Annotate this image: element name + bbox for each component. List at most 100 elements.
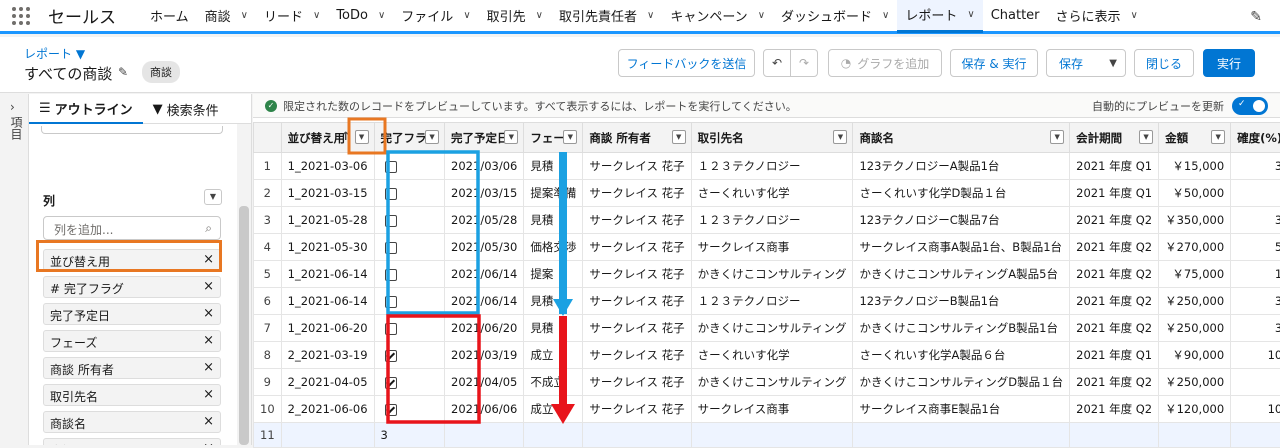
column-item[interactable]: 並び替え用× xyxy=(43,249,221,271)
undo-icon[interactable]: ↶ xyxy=(763,49,791,77)
table-row: 61_2021-06-142021/06/14見積サークレイス 花子１２３テクノ… xyxy=(254,288,1280,315)
column-header[interactable]: 完了予定日▼ xyxy=(445,123,524,153)
nav-item-2[interactable]: リード∨ xyxy=(256,0,328,31)
column-menu-icon[interactable]: ▼ xyxy=(1050,130,1064,144)
preview-banner: ✓ 限定された数のレコードをプレビューしています。すべて表示するには、レポートを… xyxy=(253,94,1280,118)
save-run-button[interactable]: 保存 & 実行 xyxy=(950,49,1038,77)
column-header-label: 確度(%) xyxy=(1237,131,1280,145)
nav-item-label: ファイル xyxy=(401,6,453,25)
remove-column-icon[interactable]: × xyxy=(203,387,214,402)
nav-item-0[interactable]: ホーム xyxy=(142,0,197,31)
nav-item-11[interactable]: さらに表示∨ xyxy=(1048,0,1146,31)
column-item-label: 商談 所有者 xyxy=(50,363,114,377)
cell-account: サークレイス商事 xyxy=(691,234,853,261)
edit-nav-icon[interactable]: ✎ xyxy=(1250,9,1262,25)
unchecked-checkbox-icon xyxy=(385,161,397,173)
nav-item-8[interactable]: ダッシュボード∨ xyxy=(773,0,897,31)
chevron-down-icon[interactable]: ∨ xyxy=(536,10,543,21)
chevron-down-icon[interactable]: ∨ xyxy=(967,9,974,20)
column-menu-icon[interactable]: ▼ xyxy=(1139,130,1153,144)
column-menu-icon[interactable]: ▼ xyxy=(425,130,439,144)
expand-icon[interactable]: › xyxy=(10,100,15,114)
chevron-down-icon[interactable]: ∨ xyxy=(241,10,248,21)
column-header[interactable]: 金額▼ xyxy=(1159,123,1231,153)
remove-column-icon[interactable]: × xyxy=(203,333,214,348)
column-header[interactable]: 商談 所有者▼ xyxy=(583,123,691,153)
cell-phase: 見積 xyxy=(524,207,583,234)
cell-phase: 成立 xyxy=(524,396,583,423)
chevron-down-icon[interactable]: ∨ xyxy=(463,10,470,21)
remove-column-icon[interactable]: × xyxy=(203,252,214,267)
chevron-down-icon[interactable]: ▼ xyxy=(1109,58,1117,69)
remove-column-icon[interactable]: × xyxy=(203,441,214,445)
chevron-down-icon[interactable]: ∨ xyxy=(378,10,385,21)
unchecked-checkbox-icon xyxy=(385,269,397,281)
column-header[interactable]: 商談名▼ xyxy=(853,123,1070,153)
column-item[interactable]: 完了予定日× xyxy=(43,303,221,325)
panel-scrollbar[interactable] xyxy=(237,124,251,445)
column-menu-icon[interactable]: ▼ xyxy=(1211,130,1225,144)
auto-update-toggle[interactable]: ✓ xyxy=(1232,97,1268,115)
fields-rail[interactable]: › 項目 xyxy=(0,94,29,445)
column-header[interactable]: 会計期間▼ xyxy=(1070,123,1159,153)
column-menu-icon[interactable]: ▼ xyxy=(504,130,518,144)
column-menu-icon[interactable]: ▼ xyxy=(355,130,369,144)
remove-column-icon[interactable]: × xyxy=(203,360,214,375)
column-item[interactable]: 商談 所有者 × xyxy=(43,357,221,379)
nav-item-4[interactable]: ファイル ∨ xyxy=(393,0,478,31)
tab-outline[interactable]: ☰アウトライン xyxy=(29,94,143,124)
add-chart-button[interactable]: ◔グラフを追加 xyxy=(828,49,942,77)
column-menu-icon[interactable]: ▼ xyxy=(833,130,847,144)
column-header[interactable]: 取引先名▼ xyxy=(691,123,853,153)
tab-filters[interactable]: ▼検索条件 xyxy=(143,94,229,124)
column-header[interactable]: 完了フラグ▼ xyxy=(374,123,445,153)
nav-item-5[interactable]: 取引先∨ xyxy=(479,0,551,31)
column-header[interactable]: フェーズ▼ xyxy=(524,123,583,153)
scrollbar-thumb[interactable] xyxy=(239,206,249,445)
chevron-down-icon[interactable]: ∨ xyxy=(882,10,889,21)
save-button[interactable]: 保存▼ xyxy=(1046,49,1126,77)
remove-column-icon[interactable]: × xyxy=(203,306,214,321)
nav-item-9[interactable]: レポート∨ xyxy=(897,0,982,33)
nav-item-3[interactable]: ToDo∨ xyxy=(328,0,393,31)
done-count-total: 3 xyxy=(374,423,445,448)
column-item[interactable]: 会計期間× xyxy=(43,438,221,445)
chevron-down-icon[interactable]: ∨ xyxy=(313,10,320,21)
table-row: 92_2021-04-052021/04/05不成立サークレイス 花子かきくけこ… xyxy=(254,369,1280,396)
sort-ascending-icon[interactable]: ↑ xyxy=(341,129,351,143)
nav-item-1[interactable]: 商談∨ xyxy=(197,0,256,31)
nav-item-6[interactable]: 取引先責任者∨ xyxy=(551,0,662,31)
add-column-input[interactable]: 列を追加...⌕ xyxy=(43,216,221,240)
chevron-down-icon[interactable]: ∨ xyxy=(647,10,654,21)
cell-amount: ￥250,000 xyxy=(1159,288,1231,315)
cell-sort: 1_2021-03-15 xyxy=(281,180,374,207)
run-button[interactable]: 実行 xyxy=(1203,49,1255,77)
nav-item-7[interactable]: キャンペーン∨ xyxy=(662,0,773,31)
nav-item-10[interactable]: Chatter xyxy=(983,0,1048,31)
columns-menu-icon[interactable]: ▼ xyxy=(204,189,222,205)
column-menu-icon[interactable]: ▼ xyxy=(563,130,577,144)
chevron-down-icon[interactable]: ∨ xyxy=(1131,10,1138,21)
column-item[interactable]: 商談名× xyxy=(43,411,221,433)
remove-column-icon[interactable]: × xyxy=(203,279,214,294)
chevron-down-icon[interactable]: ∨ xyxy=(758,10,765,21)
column-item[interactable]: 取引先名× xyxy=(43,384,221,406)
breadcrumb[interactable]: レポート ▼ xyxy=(24,45,85,62)
feedback-button[interactable]: フィードバックを送信 xyxy=(618,49,755,77)
cell-sort: 1_2021-05-28 xyxy=(281,207,374,234)
cell-period: 2021 年度 Q2 xyxy=(1070,207,1159,234)
cell-owner: サークレイス 花子 xyxy=(583,288,691,315)
column-item[interactable]: フェーズ× xyxy=(43,330,221,352)
edit-title-icon[interactable]: ✎ xyxy=(118,65,128,79)
column-header[interactable]: 確度(%) xyxy=(1231,123,1280,153)
column-menu-icon[interactable]: ▼ xyxy=(672,130,686,144)
close-button[interactable]: 閉じる xyxy=(1134,49,1194,77)
redo-icon[interactable]: ↷ xyxy=(790,49,818,77)
row-number: 8 xyxy=(254,342,282,369)
column-header[interactable]: 並び替え用↑▼ xyxy=(281,123,374,153)
app-launcher-icon[interactable] xyxy=(0,0,42,33)
cell-done-flag xyxy=(374,342,445,369)
cell-sort: 2_2021-04-05 xyxy=(281,369,374,396)
column-item[interactable]: # 完了フラグ× xyxy=(43,276,221,298)
remove-column-icon[interactable]: × xyxy=(203,414,214,429)
